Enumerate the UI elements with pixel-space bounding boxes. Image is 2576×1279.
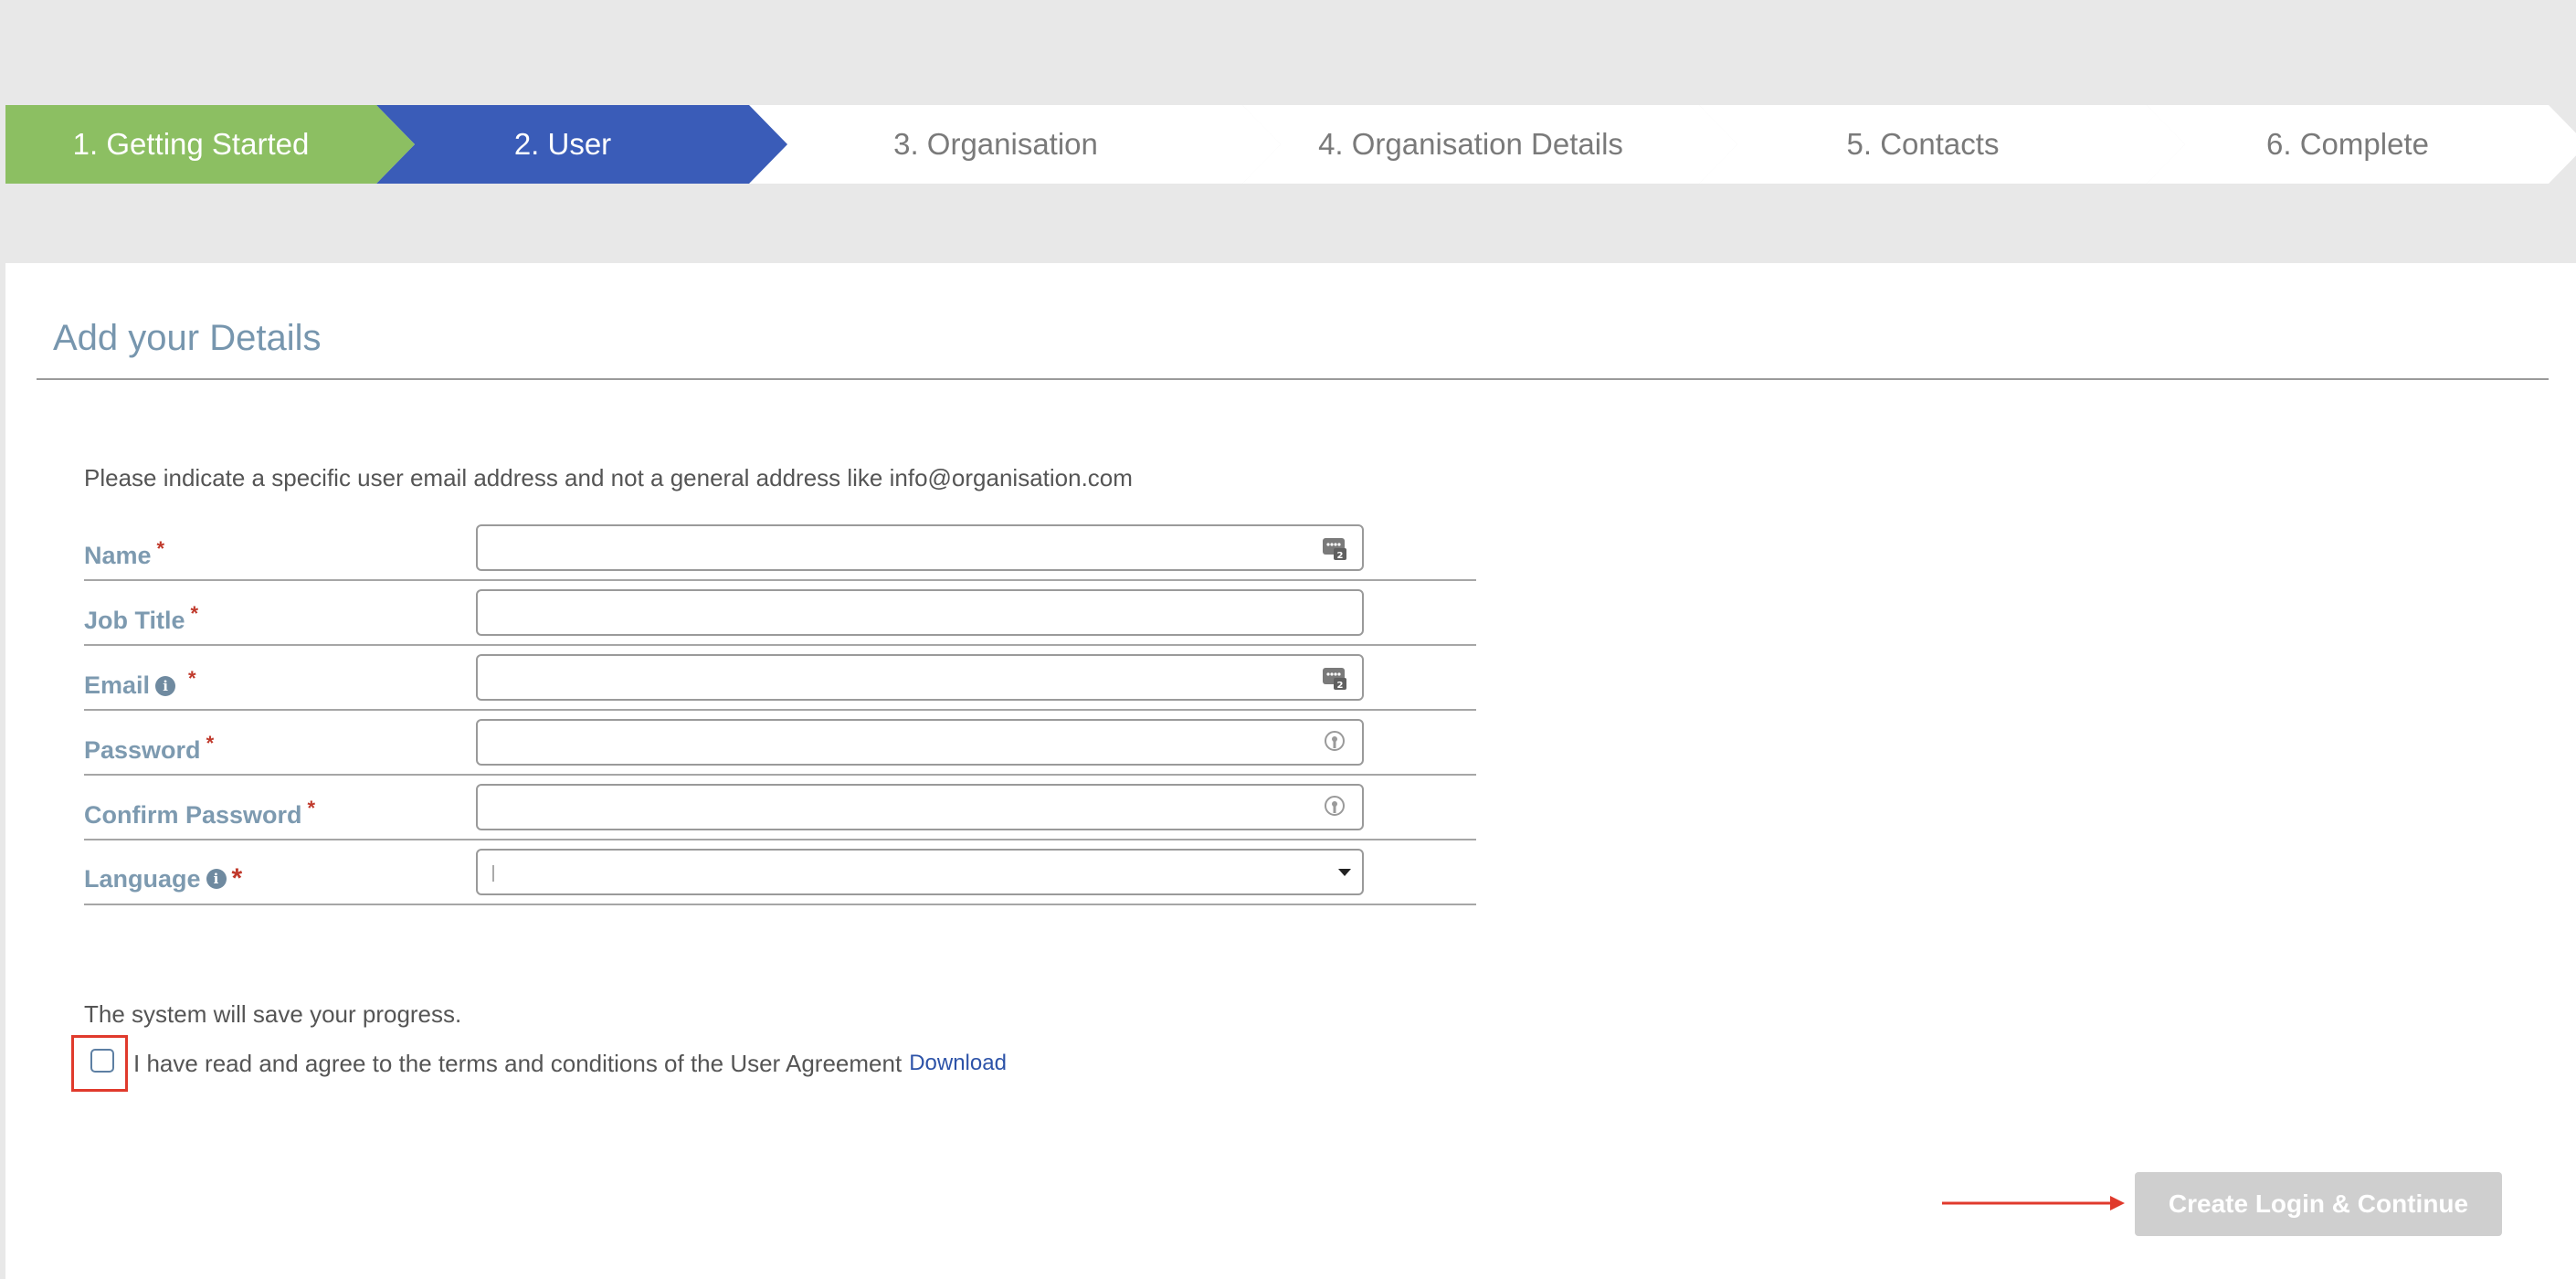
- step-organisation[interactable]: 3. Organisation: [749, 105, 1242, 184]
- step-complete[interactable]: 6. Complete: [2147, 105, 2549, 184]
- job-title-label: Job Title *: [84, 601, 199, 635]
- agreement-checkbox[interactable]: [90, 1049, 114, 1073]
- title-divider: [37, 378, 2549, 380]
- contact-card-icon[interactable]: 2: [1322, 535, 1347, 561]
- contact-card-icon[interactable]: 2: [1322, 665, 1347, 691]
- required-marker: *: [188, 666, 196, 690]
- email-label: Email i *: [84, 666, 196, 700]
- download-link[interactable]: Download: [909, 1051, 1007, 1076]
- details-panel: Add your Details Please indicate a speci…: [5, 263, 2576, 1279]
- confirm-password-label: Confirm Password *: [84, 796, 316, 830]
- caret-down-icon[interactable]: [1338, 869, 1351, 876]
- create-login-continue-button[interactable]: Create Login & Continue: [2135, 1172, 2502, 1236]
- arrow-right-icon: [1942, 1196, 2125, 1210]
- intro-text: Please indicate a specific user email ad…: [84, 464, 1133, 492]
- required-marker: *: [190, 601, 199, 625]
- svg-text:2: 2: [1337, 551, 1344, 561]
- save-progress-note: The system will save your progress.: [84, 1000, 462, 1028]
- email-input[interactable]: 2: [476, 654, 1364, 701]
- section-title: Add your Details: [53, 318, 322, 358]
- text-cursor: [492, 865, 494, 882]
- required-marker: *: [156, 536, 165, 560]
- required-marker: *: [307, 796, 316, 819]
- step-contacts[interactable]: 5. Contacts: [1699, 105, 2147, 184]
- required-marker: *: [231, 863, 243, 893]
- step-getting-started[interactable]: 1. Getting Started: [5, 105, 376, 184]
- agreement-text: I have read and agree to the terms and c…: [133, 1049, 903, 1077]
- password-label: Password *: [84, 731, 215, 765]
- name-label: Name *: [84, 536, 165, 570]
- password-key-icon[interactable]: [1322, 795, 1347, 820]
- step-organisation-details[interactable]: 4. Organisation Details: [1242, 105, 1699, 184]
- name-input[interactable]: 2: [476, 524, 1364, 571]
- progress-stepper: 1. Getting Started 2. User 3. Organisati…: [5, 105, 2576, 184]
- language-label: Language i *: [84, 863, 243, 893]
- info-icon[interactable]: i: [155, 675, 176, 696]
- checkbox-highlight: [71, 1035, 128, 1092]
- language-select[interactable]: [476, 849, 1364, 895]
- confirm-password-input[interactable]: [476, 784, 1364, 830]
- job-title-input[interactable]: [476, 589, 1364, 636]
- agreement-row: I have read and agree to the terms and c…: [71, 1034, 1007, 1093]
- required-marker: *: [206, 731, 215, 755]
- password-input[interactable]: [476, 719, 1364, 766]
- svg-text:2: 2: [1337, 681, 1344, 691]
- password-key-icon[interactable]: [1322, 730, 1347, 756]
- step-user[interactable]: 2. User: [376, 105, 749, 184]
- info-icon[interactable]: i: [206, 869, 227, 889]
